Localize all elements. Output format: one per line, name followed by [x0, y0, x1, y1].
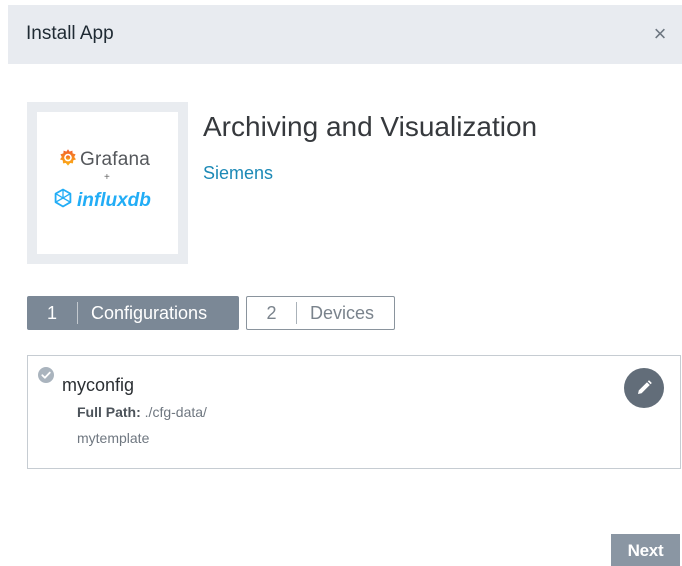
config-path-value: ./cfg-data/: [144, 404, 207, 420]
config-path-continuation: mytemplate: [77, 430, 150, 446]
step-number: 1: [27, 302, 78, 324]
influxdb-logo: influxdb: [53, 188, 151, 213]
step-number: 2: [247, 302, 297, 324]
app-logo: Grafana + influxdb: [27, 102, 188, 264]
grafana-logo: Grafana: [59, 148, 150, 172]
next-button[interactable]: Next: [611, 534, 680, 566]
grafana-wordmark: Grafana: [80, 149, 151, 170]
install-app-dialog: Install App × Grafana + influxdb Archivi…: [0, 0, 682, 566]
logo-plus: +: [104, 172, 110, 183]
app-logo-inner: Grafana + influxdb: [37, 112, 178, 254]
configuration-card[interactable]: myconfig Full Path: ./cfg-data/ mytempla…: [27, 355, 681, 469]
config-name: myconfig: [62, 375, 135, 395]
step-devices[interactable]: 2 Devices: [246, 296, 395, 330]
dialog-header: Install App ×: [8, 5, 682, 64]
app-title: Archiving and Visualization: [203, 111, 538, 142]
influxdb-wordmark: influxdb: [77, 189, 151, 211]
app-vendor-link[interactable]: Siemens: [203, 163, 273, 184]
close-icon[interactable]: ×: [648, 21, 672, 47]
dialog-title: Install App: [26, 23, 114, 44]
edit-config-button[interactable]: [624, 368, 664, 408]
check-circle-icon: [38, 367, 54, 383]
config-path-label: Full Path:: [77, 404, 141, 420]
influxdb-icon: [53, 188, 73, 213]
step-label: Devices: [310, 302, 375, 323]
grafana-icon: [59, 148, 77, 172]
step-configurations[interactable]: 1 Configurations: [27, 296, 239, 330]
step-label: Configurations: [91, 302, 208, 323]
config-path: Full Path: ./cfg-data/: [77, 404, 207, 420]
